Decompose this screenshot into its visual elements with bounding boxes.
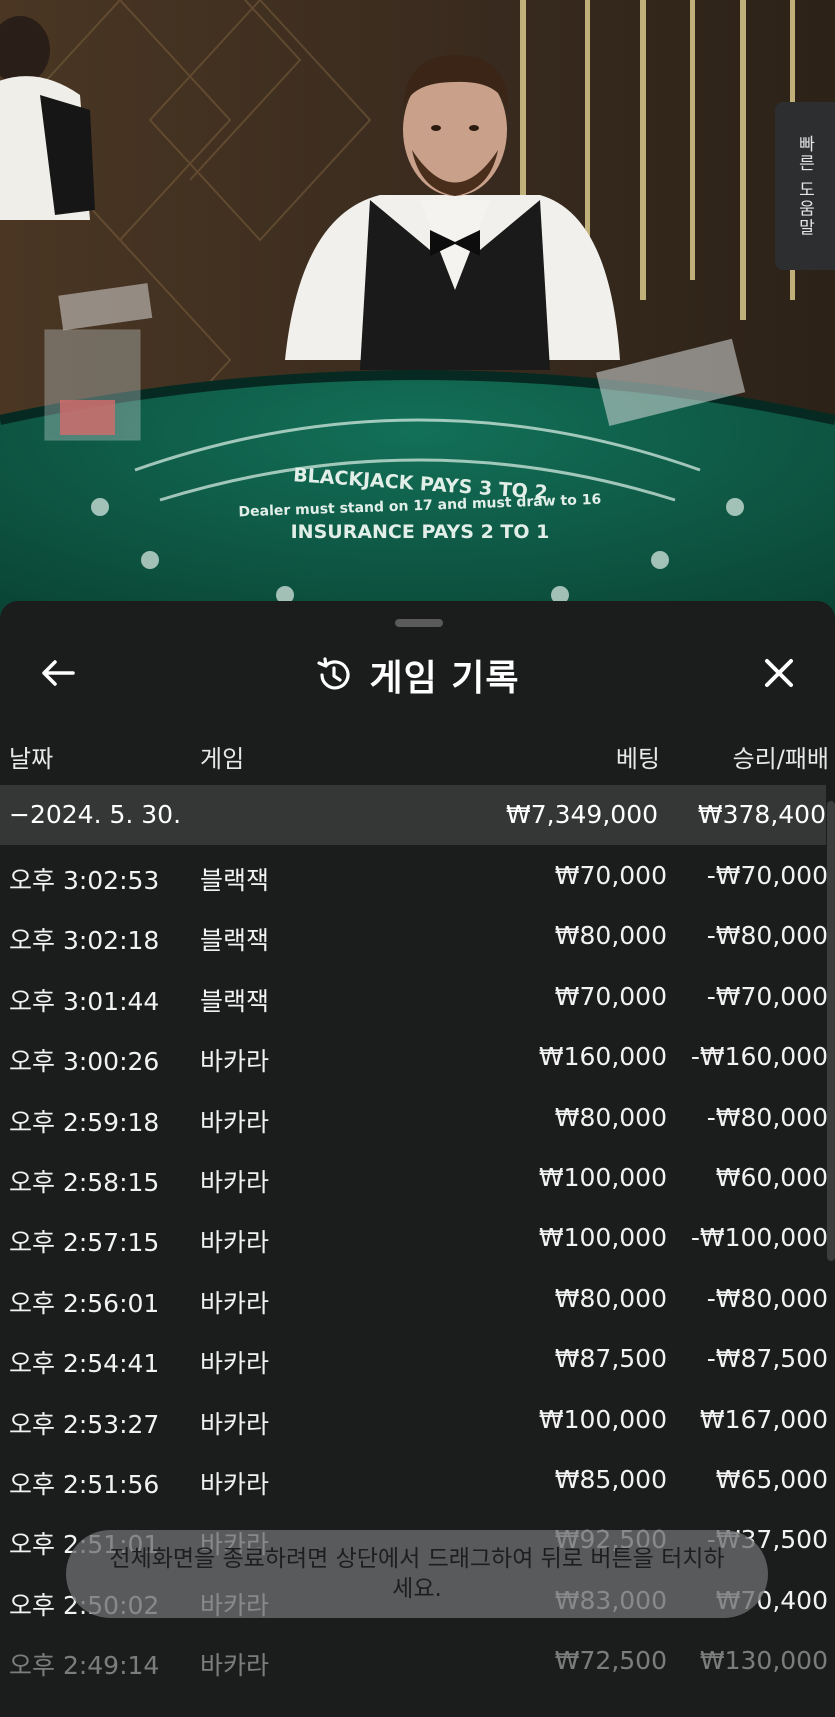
date-group-label: −2024. 5. 30. xyxy=(9,800,182,829)
row-result: -₩100,000 xyxy=(690,1223,828,1253)
row-game: 바카라 xyxy=(200,1047,270,1077)
row-game: 바카라 xyxy=(200,1107,270,1137)
live-video[interactable]: BLACKJACK PAYS 3 TO 2 Dealer must stand … xyxy=(0,0,835,660)
row-time: 오후 2:56:01 xyxy=(9,1288,160,1318)
row-time: 오후 2:53:27 xyxy=(9,1409,160,1439)
row-bet: ₩87,500 xyxy=(554,1344,667,1374)
column-header-result[interactable]: 승리/패배 xyxy=(733,739,829,774)
table-row[interactable]: 오후 2:58:15 바카라 ₩100,000 ₩60,000 xyxy=(0,1147,835,1207)
row-bet: ₩80,000 xyxy=(554,1102,667,1132)
history-icon xyxy=(317,657,351,690)
fullscreen-hint-text: 전체화면을 종료하려면 상단에서 드래그하여 뒤로 버튼을 터치하세요. xyxy=(109,1546,725,1602)
row-result: -₩70,000 xyxy=(706,981,828,1011)
row-game: 블랙잭 xyxy=(200,926,270,956)
quick-help-label: 빠른 도움말 xyxy=(794,134,815,238)
row-game: 블랙잭 xyxy=(200,866,270,895)
sheet-header: 게임 기록 xyxy=(0,641,835,705)
row-result: -₩80,000 xyxy=(706,1283,828,1313)
row-result: -₩80,000 xyxy=(706,921,828,951)
row-result: -₩160,000 xyxy=(690,1042,828,1072)
row-bet: ₩100,000 xyxy=(538,1223,667,1253)
row-result: -₩70,000 xyxy=(706,861,828,890)
row-time: 오후 3:02:18 xyxy=(9,926,160,956)
row-result: -₩87,500 xyxy=(706,1344,828,1374)
row-time: 오후 3:00:26 xyxy=(9,1047,160,1077)
row-time: 오후 2:49:14 xyxy=(9,1651,160,1681)
row-bet: ₩80,000 xyxy=(554,921,667,951)
table-row[interactable]: 오후 2:49:14 바카라 ₩72,500 ₩130,000 xyxy=(0,1630,835,1690)
table-row[interactable]: 오후 3:00:26 바카라 ₩160,000 -₩160,000 xyxy=(0,1026,835,1086)
table-row[interactable]: 오후 2:54:41 바카라 ₩87,500 -₩87,500 xyxy=(0,1328,835,1388)
table-row[interactable]: 오후 3:01:44 블랙잭 ₩70,000 -₩70,000 xyxy=(0,966,835,1026)
felt-line-3: INSURANCE PAYS 2 TO 1 xyxy=(291,521,550,543)
close-button[interactable] xyxy=(757,651,801,695)
row-game: 바카라 xyxy=(200,1228,270,1258)
column-headers: 날짜 게임 베팅 승리/패배 xyxy=(0,739,835,779)
row-time: 오후 3:02:53 xyxy=(9,866,160,895)
row-time: 오후 2:58:15 xyxy=(9,1167,160,1197)
row-bet: ₩80,000 xyxy=(554,1283,667,1313)
row-bet: ₩85,000 xyxy=(554,1464,667,1494)
sheet-drag-handle[interactable] xyxy=(395,619,443,627)
date-group-row[interactable]: −2024. 5. 30. ₩7,349,000 ₩378,400 xyxy=(0,785,826,845)
row-bet: ₩100,000 xyxy=(538,1162,667,1192)
row-game: 바카라 xyxy=(200,1409,270,1439)
table-row[interactable]: 오후 2:59:18 바카라 ₩80,000 -₩80,000 xyxy=(0,1087,835,1147)
row-bet: ₩100,000 xyxy=(538,1404,667,1434)
row-result: ₩167,000 xyxy=(699,1404,828,1434)
table-row[interactable]: 오후 2:53:27 바카라 ₩100,000 ₩167,000 xyxy=(0,1389,835,1449)
date-group-result-total: ₩378,400 xyxy=(697,800,826,829)
quick-help-tab[interactable]: 빠른 도움말 xyxy=(775,102,835,270)
close-icon xyxy=(765,659,793,687)
date-group-bet-total: ₩7,349,000 xyxy=(506,800,658,829)
column-header-game[interactable]: 게임 xyxy=(200,739,244,774)
row-game: 바카라 xyxy=(200,1288,270,1318)
row-game: 바카라 xyxy=(200,1349,270,1379)
row-bet: ₩70,000 xyxy=(554,981,667,1011)
row-bet: ₩160,000 xyxy=(538,1042,667,1072)
row-time: 오후 3:01:44 xyxy=(9,986,160,1016)
column-header-bet[interactable]: 베팅 xyxy=(616,739,660,774)
row-time: 오후 2:54:41 xyxy=(9,1349,160,1379)
column-header-date[interactable]: 날짜 xyxy=(9,739,53,774)
row-result: ₩60,000 xyxy=(715,1162,828,1192)
row-time: 오후 2:59:18 xyxy=(9,1107,160,1137)
table-row[interactable]: 오후 2:57:15 바카라 ₩100,000 -₩100,000 xyxy=(0,1207,835,1267)
table-row[interactable]: 오후 2:51:56 바카라 ₩85,000 ₩65,000 xyxy=(0,1449,835,1509)
sheet-title: 게임 기록 xyxy=(0,649,835,701)
row-game: 블랙잭 xyxy=(200,986,270,1016)
row-game: 바카라 xyxy=(200,1167,270,1197)
row-game: 바카라 xyxy=(200,1469,270,1499)
row-result: ₩65,000 xyxy=(715,1464,828,1494)
fullscreen-hint-toast: 전체화면을 종료하려면 상단에서 드래그하여 뒤로 버튼을 터치하세요. xyxy=(66,1530,768,1618)
table-row[interactable]: 오후 2:56:01 바카라 ₩80,000 -₩80,000 xyxy=(0,1268,835,1328)
row-result: ₩130,000 xyxy=(699,1646,828,1676)
sheet-title-text: 게임 기록 xyxy=(369,658,520,699)
row-time: 오후 2:57:15 xyxy=(9,1228,160,1258)
dealer-scene: BLACKJACK PAYS 3 TO 2 Dealer must stand … xyxy=(0,0,835,660)
row-result: -₩80,000 xyxy=(706,1102,828,1132)
table-row[interactable]: 오후 3:02:18 블랙잭 ₩80,000 -₩80,000 xyxy=(0,905,835,965)
table-row[interactable]: 오후 3:02:53 블랙잭 ₩70,000 -₩70,000 xyxy=(0,845,835,905)
row-time: 오후 2:51:56 xyxy=(9,1469,160,1499)
row-game: 바카라 xyxy=(200,1651,270,1681)
scrollbar[interactable] xyxy=(827,801,835,1261)
row-bet: ₩70,000 xyxy=(554,861,667,890)
screen: BLACKJACK PAYS 3 TO 2 Dealer must stand … xyxy=(0,0,835,1717)
row-bet: ₩72,500 xyxy=(554,1646,667,1676)
